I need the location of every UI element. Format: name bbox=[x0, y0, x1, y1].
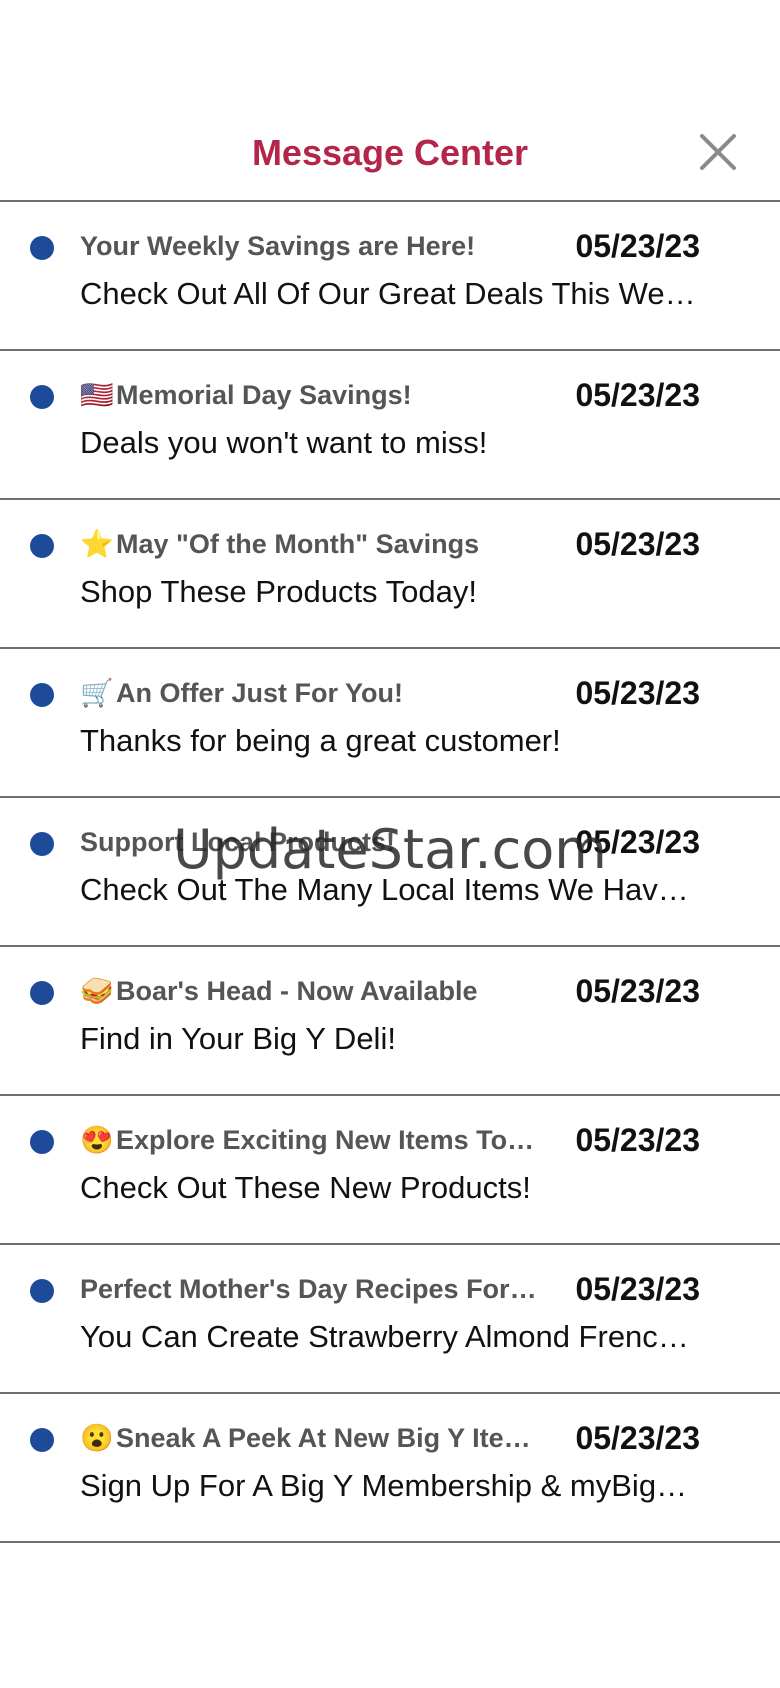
message-title: Perfect Mother's Day Recipes For You bbox=[80, 1269, 540, 1309]
message-title: Your Weekly Savings are Here! bbox=[80, 226, 540, 266]
unread-dot-icon bbox=[30, 683, 54, 707]
message-preview: Check Out All Of Our Great Deals This We… bbox=[80, 276, 700, 311]
message-preview: Thanks for being a great customer! bbox=[80, 723, 561, 758]
message-date: 05/23/23 bbox=[575, 1271, 700, 1307]
message-row[interactable]: 😍Explore Exciting New Items Today 05/23/2… bbox=[0, 1096, 780, 1245]
message-title-text: An Offer Just For You! bbox=[116, 678, 404, 708]
message-date: 05/23/23 bbox=[575, 824, 700, 860]
message-emoji-icon: 😍 bbox=[80, 1125, 114, 1155]
message-title-text: Sneak A Peek At New Big Y Items bbox=[116, 1423, 540, 1453]
unread-dot-icon bbox=[30, 1428, 54, 1452]
message-title: Support Local Products! bbox=[80, 822, 540, 862]
message-title: ⭐May "Of the Month" Savings bbox=[80, 524, 540, 564]
message-title: 😍Explore Exciting New Items Today bbox=[80, 1120, 540, 1160]
unread-dot-icon bbox=[30, 1279, 54, 1303]
message-row[interactable]: 🇺🇸Memorial Day Savings! 05/23/23 Deals you… bbox=[0, 351, 780, 500]
message-date: 05/23/23 bbox=[575, 1122, 700, 1158]
message-row[interactable]: Your Weekly Savings are Here! 05/23/23 Che… bbox=[0, 202, 780, 351]
page-title: Message Center bbox=[251, 132, 529, 173]
unread-dot-icon bbox=[30, 236, 54, 260]
message-preview: Sign Up For A Big Y Membership & myBigY … bbox=[80, 1468, 700, 1503]
message-date: 05/23/23 bbox=[575, 973, 700, 1009]
message-preview: Shop These Products Today! bbox=[80, 574, 477, 609]
unread-dot-icon bbox=[30, 981, 54, 1005]
message-date: 05/23/23 bbox=[575, 675, 700, 711]
message-row[interactable]: 🥪Boar's Head - Now Available 05/23/23 Find… bbox=[0, 947, 780, 1096]
message-title: 😮Sneak A Peek At New Big Y Items bbox=[80, 1418, 540, 1458]
message-title: 🥪Boar's Head - Now Available bbox=[80, 971, 540, 1011]
message-title: 🇺🇸Memorial Day Savings! bbox=[80, 375, 540, 415]
message-date: 05/23/23 bbox=[575, 377, 700, 413]
message-emoji-icon: 🛒 bbox=[80, 678, 114, 708]
close-icon[interactable] bbox=[694, 128, 742, 176]
message-emoji-icon: ⭐ bbox=[80, 529, 114, 559]
message-emoji-icon: 😮 bbox=[80, 1423, 114, 1453]
message-list: Your Weekly Savings are Here! 05/23/23 Che… bbox=[0, 202, 780, 1543]
message-emoji-icon: 🥪 bbox=[80, 976, 114, 1006]
message-title-text: Support Local Products! bbox=[80, 827, 396, 857]
message-title: 🛒An Offer Just For You! bbox=[80, 673, 540, 713]
message-title-text: Your Weekly Savings are Here! bbox=[80, 231, 476, 261]
message-row[interactable]: 😮Sneak A Peek At New Big Y Items 05/23/23… bbox=[0, 1394, 780, 1543]
message-title-text: Explore Exciting New Items Today bbox=[116, 1125, 540, 1155]
message-title-text: Perfect Mother's Day Recipes For You bbox=[80, 1274, 540, 1304]
message-date: 05/23/23 bbox=[575, 228, 700, 264]
unread-dot-icon bbox=[30, 534, 54, 558]
message-date: 05/23/23 bbox=[575, 1420, 700, 1456]
message-row[interactable]: 🛒An Offer Just For You! 05/23/23 Thanks fo… bbox=[0, 649, 780, 798]
unread-dot-icon bbox=[30, 1130, 54, 1154]
message-preview: Check Out The Many Local Items We Have A… bbox=[80, 872, 700, 907]
message-emoji-icon: 🇺🇸 bbox=[80, 380, 114, 410]
message-title-text: Boar's Head - Now Available bbox=[116, 976, 478, 1006]
message-preview: Check Out These New Products! bbox=[80, 1170, 531, 1205]
unread-dot-icon bbox=[30, 832, 54, 856]
close-button[interactable] bbox=[694, 128, 742, 176]
unread-dot-icon bbox=[30, 385, 54, 409]
message-row[interactable]: Perfect Mother's Day Recipes For You 05/2… bbox=[0, 1245, 780, 1394]
message-title-text: Memorial Day Savings! bbox=[116, 380, 412, 410]
message-title-text: May "Of the Month" Savings bbox=[116, 529, 480, 559]
message-preview: You Can Create Strawberry Almond French … bbox=[80, 1319, 700, 1354]
message-preview: Find in Your Big Y Deli! bbox=[80, 1021, 396, 1056]
message-row[interactable]: ⭐May "Of the Month" Savings 05/23/23 Shop … bbox=[0, 500, 780, 649]
message-row[interactable]: Support Local Products! 05/23/23 Check Out… bbox=[0, 798, 780, 947]
message-date: 05/23/23 bbox=[575, 526, 700, 562]
header: Message Center bbox=[0, 0, 780, 202]
message-preview: Deals you won't want to miss! bbox=[80, 425, 488, 460]
